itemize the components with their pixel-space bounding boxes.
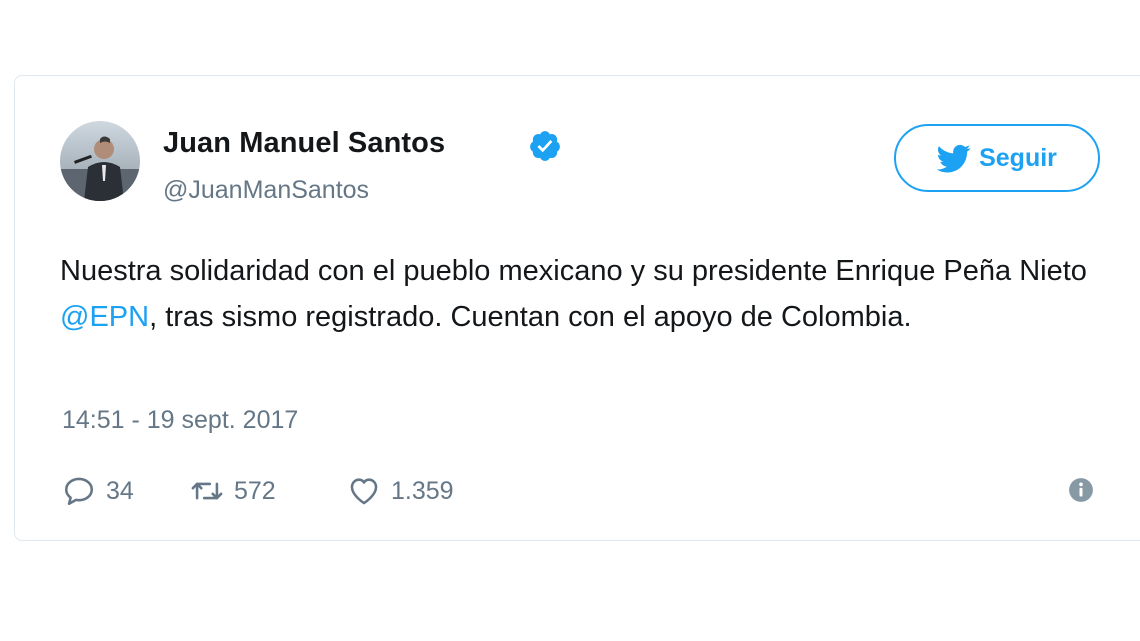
reply-icon (64, 477, 94, 506)
retweet-button[interactable]: 572 (190, 471, 276, 511)
twitter-bird-icon (937, 144, 971, 173)
tweet-timestamp[interactable]: 14:51 - 19 sept. 2017 (62, 406, 298, 435)
tweet-text-part1: Nuestra solidaridad con el pueblo mexica… (60, 255, 1087, 287)
heart-icon (350, 478, 378, 505)
reply-button[interactable]: 34 (62, 471, 134, 511)
mention-link[interactable]: @EPN (60, 301, 149, 333)
follow-button-label: Seguir (979, 143, 1057, 172)
retweet-count: 572 (234, 476, 276, 505)
tweet-text: Nuestra solidaridad con el pueblo mexica… (60, 249, 1120, 340)
author-display-name[interactable]: Juan Manuel Santos (163, 127, 445, 160)
avatar[interactable] (60, 121, 140, 201)
like-count: 1.359 (391, 476, 454, 505)
reply-count: 34 (106, 476, 134, 505)
author-handle[interactable]: @JuanManSantos (163, 176, 369, 205)
retweet-icon (191, 482, 223, 500)
tweet-text-part2: , tras sismo registrado. Cuentan con el … (149, 300, 912, 333)
avatar-photo (60, 121, 140, 201)
info-icon[interactable] (1068, 477, 1094, 503)
verified-badge-icon (530, 131, 560, 161)
like-button[interactable]: 1.359 (347, 471, 454, 511)
follow-button[interactable]: Seguir (894, 124, 1100, 192)
